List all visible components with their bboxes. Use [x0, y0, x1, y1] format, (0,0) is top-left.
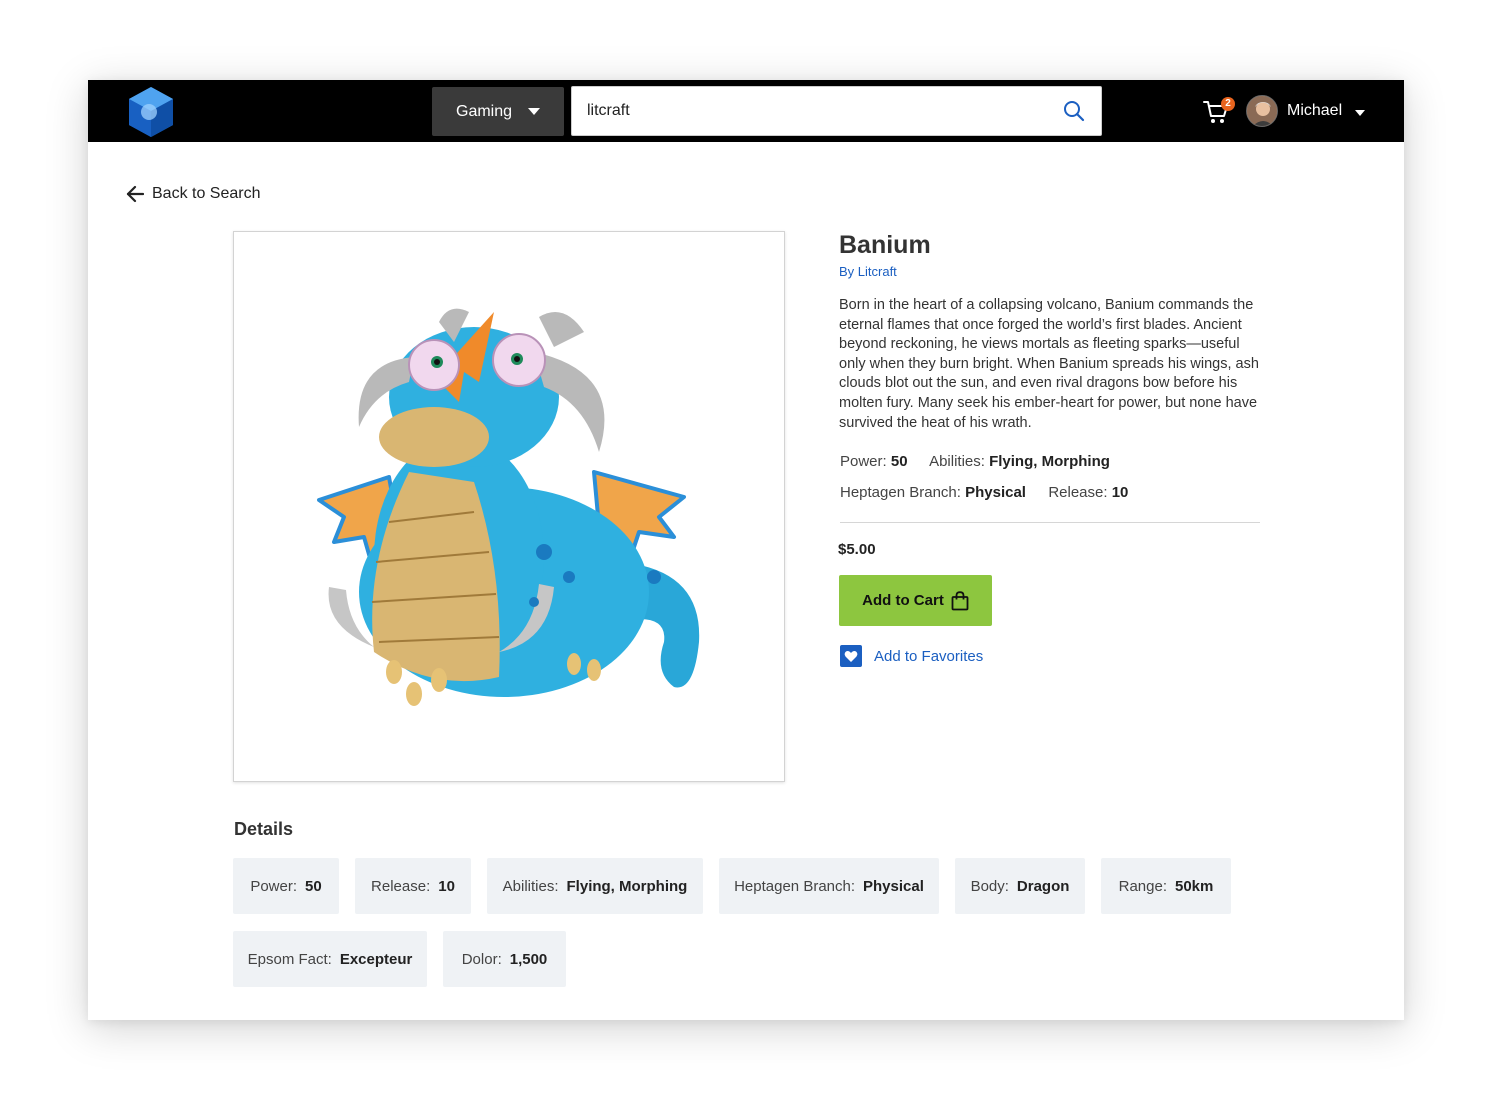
detail-label: Power:: [250, 877, 297, 895]
detail-chip: Epsom Fact: Excepteur: [233, 931, 427, 987]
spec-abilities-value: Flying, Morphing: [989, 453, 1110, 470]
back-to-search-link[interactable]: Back to Search: [126, 185, 261, 203]
product-price: $5.00: [838, 541, 876, 558]
add-to-favorites-link[interactable]: Add to Favorites: [840, 645, 983, 667]
detail-chip: Power: 50: [233, 858, 339, 914]
spec-branch-label: Heptagen Branch:: [840, 484, 961, 501]
product-description: Born in the heart of a collapsing volcan…: [839, 297, 1259, 431]
arrow-left-icon: [126, 185, 144, 203]
detail-chip: Heptagen Branch: Physical: [719, 858, 939, 914]
detail-label: Epsom Fact:: [247, 950, 332, 968]
detail-chip: Release: 10: [355, 858, 471, 914]
spec-row-1: Power: 50 Abilities: Flying, Morphing: [840, 453, 1110, 470]
detail-label: Release:: [371, 877, 431, 895]
category-dropdown[interactable]: Gaming: [432, 87, 564, 136]
detail-value: Dragon: [1016, 877, 1070, 895]
heart-icon: [840, 645, 862, 667]
detail-value: 50km: [1175, 877, 1214, 895]
search-icon[interactable]: [1063, 100, 1085, 122]
detail-label: Dolor:: [461, 950, 502, 968]
category-label: Gaming: [456, 102, 513, 120]
spec-row-2: Heptagen Branch: Physical Release: 10: [840, 484, 1128, 501]
shopping-bag-icon: [951, 590, 969, 610]
search-input[interactable]: [572, 87, 1042, 135]
dragon-illustration: [317, 308, 700, 706]
chevron-down-icon[interactable]: [1355, 110, 1365, 116]
details-heading: Details: [234, 819, 294, 839]
divider: [840, 522, 1260, 523]
add-to-favorites-label: Add to Favorites: [874, 647, 984, 665]
cart-count-badge: 2: [1221, 97, 1235, 111]
back-label: Back to Search: [152, 185, 261, 202]
detail-value: 50: [305, 877, 322, 895]
product-title: Banium: [839, 231, 931, 259]
detail-label: Body:: [970, 877, 1009, 895]
spec-abilities-label: Abilities:: [929, 453, 985, 470]
detail-chip: Dolor: 1,500: [443, 931, 566, 987]
spec-power-label: Power:: [840, 453, 887, 470]
detail-value: Excepteur: [339, 950, 413, 968]
logo-cube-icon[interactable]: [125, 85, 177, 139]
product-image-frame: [233, 231, 785, 782]
add-to-cart-label: Add to Cart: [862, 592, 944, 609]
detail-label: Abilities:: [502, 877, 559, 895]
detail-value: 10: [438, 877, 455, 895]
chevron-down-icon: [528, 108, 540, 115]
spec-branch-value: Physical: [965, 484, 1026, 501]
detail-chip: Abilities: Flying, Morphing: [487, 858, 703, 914]
app-window: Gaming 2 Michael: [88, 80, 1404, 1020]
detail-value: 1,500: [509, 950, 548, 968]
detail-value: Physical: [863, 877, 924, 895]
spec-release-label: Release:: [1048, 484, 1108, 501]
detail-label: Heptagen Branch:: [734, 877, 856, 895]
detail-value: Flying, Morphing: [566, 877, 688, 895]
user-name[interactable]: Michael: [1287, 102, 1342, 120]
spec-power-value: 50: [890, 453, 908, 470]
avatar[interactable]: [1246, 95, 1278, 127]
detail-chip: Body: Dragon: [955, 858, 1085, 914]
detail-chip: Range: 50km: [1101, 858, 1231, 914]
top-bar: Gaming 2 Michael: [88, 80, 1404, 142]
product-byline-link[interactable]: By Litcraft: [839, 264, 897, 279]
search-box: [571, 86, 1102, 136]
add-to-cart-button[interactable]: Add to Cart: [839, 575, 992, 626]
detail-label: Range:: [1118, 877, 1167, 895]
spec-release-value: 10: [1111, 484, 1129, 501]
